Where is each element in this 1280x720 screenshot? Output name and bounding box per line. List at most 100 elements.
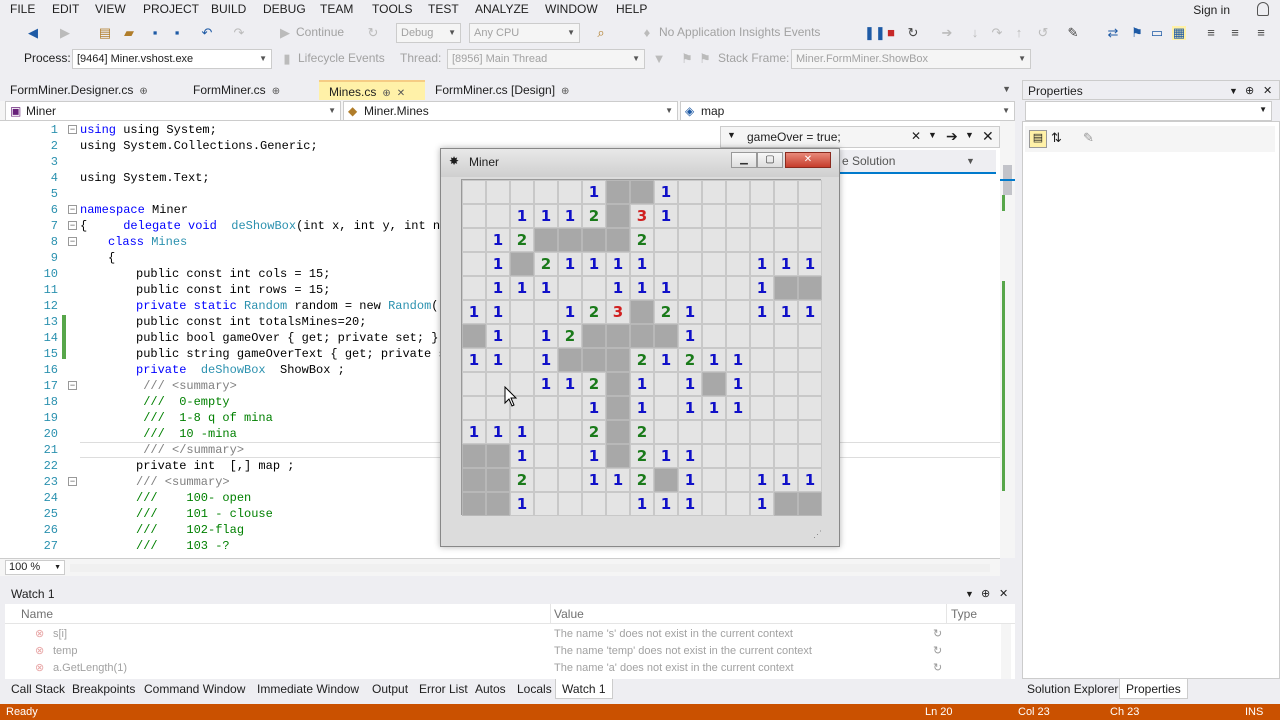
closed-cell[interactable] — [630, 324, 654, 348]
open-cell[interactable] — [750, 420, 774, 444]
open-cell[interactable]: 1 — [606, 252, 630, 276]
tab-mines-cs[interactable]: Mines.cs ⊕ ✕ — [319, 80, 425, 100]
save-all-icon[interactable]: ▪ — [170, 26, 184, 40]
close-panel-icon[interactable]: ✕ — [1263, 81, 1272, 101]
open-cell[interactable] — [582, 276, 606, 300]
open-cell[interactable]: 2 — [582, 300, 606, 324]
stop-icon[interactable]: ■ — [884, 26, 898, 40]
open-cell[interactable] — [774, 348, 798, 372]
collapse-toggle[interactable]: − — [68, 221, 77, 230]
open-cell[interactable]: 1 — [510, 204, 534, 228]
tab-overflow-icon[interactable]: ▼ — [1002, 84, 1011, 94]
open-cell[interactable]: 1 — [774, 300, 798, 324]
open-cell[interactable]: 2 — [630, 228, 654, 252]
open-cell[interactable]: 1 — [750, 300, 774, 324]
open-cell[interactable]: 1 — [678, 468, 702, 492]
thread-select[interactable]: [8956] Main Thread ▼ — [447, 49, 645, 69]
watch-row[interactable]: ⊗ a.GetLength(1) The name 'a' does not e… — [5, 660, 1005, 677]
closed-cell[interactable] — [630, 180, 654, 204]
open-cell[interactable] — [798, 228, 822, 252]
open-cell[interactable] — [702, 324, 726, 348]
open-cell[interactable]: 1 — [774, 468, 798, 492]
open-cell[interactable] — [558, 420, 582, 444]
open-cell[interactable] — [774, 180, 798, 204]
open-cell[interactable] — [462, 180, 486, 204]
open-cell[interactable] — [750, 204, 774, 228]
project-dropdown[interactable]: ▣ Miner ▼ — [5, 101, 341, 121]
open-cell[interactable]: 1 — [606, 468, 630, 492]
member-dropdown[interactable]: ◈ map ▼ — [680, 101, 1015, 121]
expand-replace-icon[interactable]: ▼ — [727, 130, 736, 140]
menu-test[interactable]: TEST — [428, 2, 459, 16]
open-cell[interactable] — [774, 228, 798, 252]
open-cell[interactable] — [726, 444, 750, 468]
open-cell[interactable]: 2 — [582, 420, 606, 444]
open-cell[interactable] — [678, 228, 702, 252]
pin-icon[interactable]: ⊕ — [139, 86, 147, 97]
threads-icon[interactable]: ⇄ — [1106, 26, 1120, 40]
open-cell[interactable]: 3 — [606, 300, 630, 324]
open-cell[interactable] — [702, 180, 726, 204]
collapse-toggle[interactable]: − — [68, 125, 77, 134]
open-cell[interactable]: 1 — [582, 468, 606, 492]
open-cell[interactable] — [774, 444, 798, 468]
open-cell[interactable] — [726, 300, 750, 324]
open-cell[interactable]: 1 — [486, 300, 510, 324]
open-cell[interactable]: 1 — [486, 324, 510, 348]
open-cell[interactable] — [798, 180, 822, 204]
open-cell[interactable] — [726, 276, 750, 300]
open-cell[interactable]: 1 — [630, 252, 654, 276]
closed-cell[interactable] — [606, 204, 630, 228]
open-cell[interactable]: 1 — [582, 444, 606, 468]
closed-cell[interactable] — [510, 252, 534, 276]
open-cell[interactable]: 1 — [582, 180, 606, 204]
step-into-icon[interactable]: ↓ — [968, 26, 982, 40]
open-cell[interactable]: 1 — [606, 276, 630, 300]
continue-icon[interactable]: ▶ — [278, 26, 292, 40]
open-cell[interactable]: 1 — [726, 396, 750, 420]
step-over-icon[interactable]: ↷ — [990, 26, 1004, 40]
new-project-icon[interactable]: ▤ — [98, 26, 112, 40]
tab-immediate-window[interactable]: Immediate Window — [257, 679, 359, 699]
open-cell[interactable] — [678, 276, 702, 300]
open-cell[interactable] — [510, 180, 534, 204]
closed-cell[interactable] — [582, 228, 606, 252]
closed-cell[interactable] — [606, 396, 630, 420]
open-cell[interactable]: 2 — [630, 348, 654, 372]
menu-tools[interactable]: TOOLS — [372, 2, 412, 16]
properties-object-select[interactable]: ▼ — [1025, 101, 1272, 121]
tab-error-list[interactable]: Error List — [419, 679, 468, 699]
panel-menu-icon[interactable]: ▼ — [965, 584, 974, 604]
open-cell[interactable]: 1 — [630, 396, 654, 420]
open-cell[interactable]: 1 — [774, 252, 798, 276]
open-cell[interactable] — [534, 444, 558, 468]
open-cell[interactable]: 1 — [798, 252, 822, 276]
open-cell[interactable]: 1 — [654, 348, 678, 372]
tab-autos[interactable]: Autos — [475, 679, 506, 699]
open-cell[interactable] — [654, 372, 678, 396]
indent-icon[interactable]: ≡ — [1204, 26, 1218, 40]
open-cell[interactable] — [534, 300, 558, 324]
open-cell[interactable]: 3 — [630, 204, 654, 228]
open-cell[interactable]: 1 — [462, 300, 486, 324]
categorized-icon[interactable]: ▤ — [1029, 130, 1047, 148]
open-cell[interactable] — [702, 420, 726, 444]
comment-icon[interactable]: ≡ — [1254, 26, 1268, 40]
closed-cell[interactable] — [798, 492, 822, 516]
open-cell[interactable] — [702, 300, 726, 324]
open-cell[interactable] — [558, 180, 582, 204]
tab-command-window[interactable]: Command Window — [144, 679, 245, 699]
flag-thread-icon[interactable]: ⚑ — [680, 52, 694, 66]
open-cell[interactable]: 2 — [630, 468, 654, 492]
open-cell[interactable] — [798, 348, 822, 372]
column-name[interactable]: Name — [21, 607, 53, 621]
open-cell[interactable] — [462, 396, 486, 420]
watch-scrollbar[interactable] — [1001, 624, 1011, 679]
closed-cell[interactable] — [462, 444, 486, 468]
close-panel-icon[interactable]: ✕ — [999, 584, 1008, 604]
menu-analyze[interactable]: ANALYZE — [475, 2, 529, 16]
close-button[interactable]: ✕ — [785, 152, 831, 168]
open-cell[interactable] — [750, 396, 774, 420]
menu-file[interactable]: FILE — [10, 2, 35, 16]
open-cell[interactable] — [798, 444, 822, 468]
